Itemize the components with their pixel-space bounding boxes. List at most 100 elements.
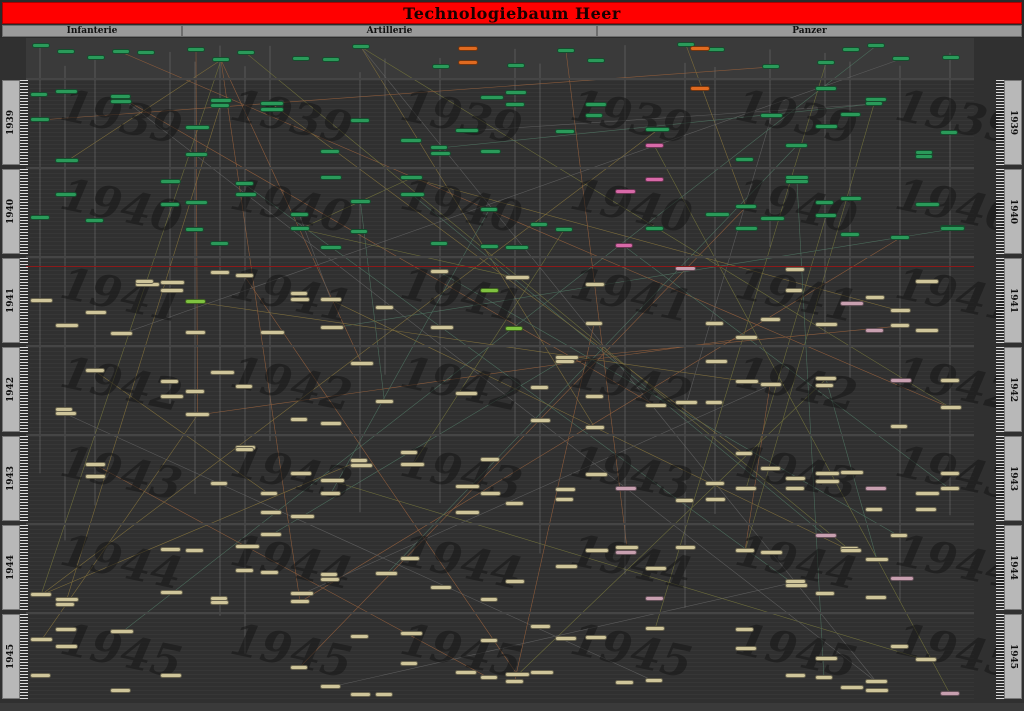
tech-node[interactable] [505, 326, 523, 331]
tech-node[interactable] [480, 207, 498, 212]
tech-node[interactable] [585, 113, 603, 118]
tech-node[interactable] [760, 382, 782, 387]
tech-node[interactable] [892, 56, 910, 61]
tech-node[interactable] [320, 149, 340, 154]
tech-node[interactable] [585, 102, 607, 107]
tech-node[interactable] [187, 47, 205, 52]
tech-node[interactable] [940, 378, 960, 383]
tech-node[interactable] [480, 675, 498, 680]
tech-node[interactable] [760, 550, 783, 555]
tech-node[interactable] [185, 299, 206, 304]
tech-node[interactable] [290, 291, 308, 296]
tech-node[interactable] [815, 213, 837, 218]
tech-node[interactable] [585, 282, 605, 287]
tech-node[interactable] [735, 451, 753, 456]
tech-node[interactable] [237, 50, 255, 55]
tech-node[interactable] [85, 368, 105, 373]
tech-node[interactable] [160, 288, 184, 293]
tech-node[interactable] [615, 189, 636, 194]
tech-node[interactable] [160, 590, 183, 595]
tech-node[interactable] [815, 124, 838, 129]
tech-node[interactable] [530, 624, 551, 629]
tech-node[interactable] [815, 675, 833, 680]
tech-node[interactable] [585, 321, 603, 326]
tech-node[interactable] [762, 64, 780, 69]
tech-node[interactable] [530, 418, 551, 423]
branch-infantry[interactable]: Infanterie [2, 25, 182, 37]
tech-node[interactable] [290, 212, 309, 217]
tech-node[interactable] [480, 491, 501, 496]
tech-node[interactable] [185, 389, 205, 394]
tech-node[interactable] [585, 394, 604, 399]
tech-node[interactable] [505, 672, 530, 677]
tech-node[interactable] [865, 97, 887, 102]
tech-node[interactable] [815, 322, 838, 327]
tech-node[interactable] [865, 507, 883, 512]
tech-node[interactable] [785, 143, 808, 148]
tech-node[interactable] [480, 288, 499, 293]
tech-node[interactable] [645, 143, 664, 148]
tech-node[interactable] [235, 181, 254, 186]
tech-node[interactable] [30, 592, 52, 597]
tech-node[interactable] [458, 46, 478, 51]
tech-node[interactable] [890, 644, 909, 649]
tech-node[interactable] [260, 570, 279, 575]
tech-node[interactable] [675, 400, 698, 405]
tech-node[interactable] [507, 63, 525, 68]
tech-node[interactable] [210, 270, 230, 275]
tech-node[interactable] [735, 627, 754, 632]
tech-node[interactable] [785, 486, 805, 491]
tech-node[interactable] [320, 572, 338, 577]
tech-node[interactable] [760, 113, 783, 118]
tech-node[interactable] [555, 636, 577, 641]
tech-node[interactable] [867, 43, 885, 48]
tech-node[interactable] [915, 491, 940, 496]
tech-node[interactable] [785, 267, 805, 272]
tech-node[interactable] [480, 597, 498, 602]
tech-node[interactable] [585, 472, 608, 477]
tech-node[interactable] [320, 175, 342, 180]
tech-node[interactable] [350, 229, 368, 234]
tech-node[interactable] [645, 596, 664, 601]
tech-node[interactable] [840, 470, 864, 475]
tech-node[interactable] [185, 548, 204, 553]
tech-node[interactable] [350, 199, 371, 204]
tech-node[interactable] [30, 92, 48, 97]
tech-node[interactable] [235, 568, 254, 573]
tech-node[interactable] [505, 102, 525, 107]
tech-node[interactable] [735, 226, 758, 231]
tech-node[interactable] [290, 591, 314, 596]
tech-node[interactable] [815, 479, 840, 484]
tech-node[interactable] [185, 125, 210, 130]
tech-node[interactable] [615, 680, 634, 685]
tech-node[interactable] [817, 60, 835, 65]
tech-node[interactable] [375, 305, 394, 310]
tech-node[interactable] [530, 222, 548, 227]
tech-node[interactable] [320, 297, 342, 302]
tech-node[interactable] [865, 486, 887, 491]
tech-node[interactable] [865, 295, 885, 300]
tech-node[interactable] [785, 583, 808, 588]
tech-node[interactable] [185, 200, 208, 205]
tech-node[interactable] [110, 99, 132, 104]
tech-node[interactable] [185, 152, 208, 157]
tech-node[interactable] [430, 585, 452, 590]
tech-node[interactable] [705, 359, 728, 364]
tech-node[interactable] [430, 241, 448, 246]
tech-node[interactable] [705, 497, 726, 502]
branch-armor[interactable]: Panzer [597, 25, 1022, 37]
tech-node[interactable] [785, 175, 809, 180]
tech-node[interactable] [940, 486, 960, 491]
tech-node[interactable] [890, 576, 914, 581]
tech-node[interactable] [260, 510, 282, 515]
tech-node[interactable] [85, 474, 106, 479]
tech-node[interactable] [160, 547, 181, 552]
tech-node[interactable] [760, 466, 781, 471]
tech-node[interactable] [815, 200, 834, 205]
tech-node[interactable] [645, 566, 667, 571]
tech-node[interactable] [555, 487, 576, 492]
tech-node[interactable] [350, 692, 371, 697]
tech-node[interactable] [890, 533, 908, 538]
tech-node[interactable] [587, 58, 605, 63]
tech-node[interactable] [350, 463, 373, 468]
